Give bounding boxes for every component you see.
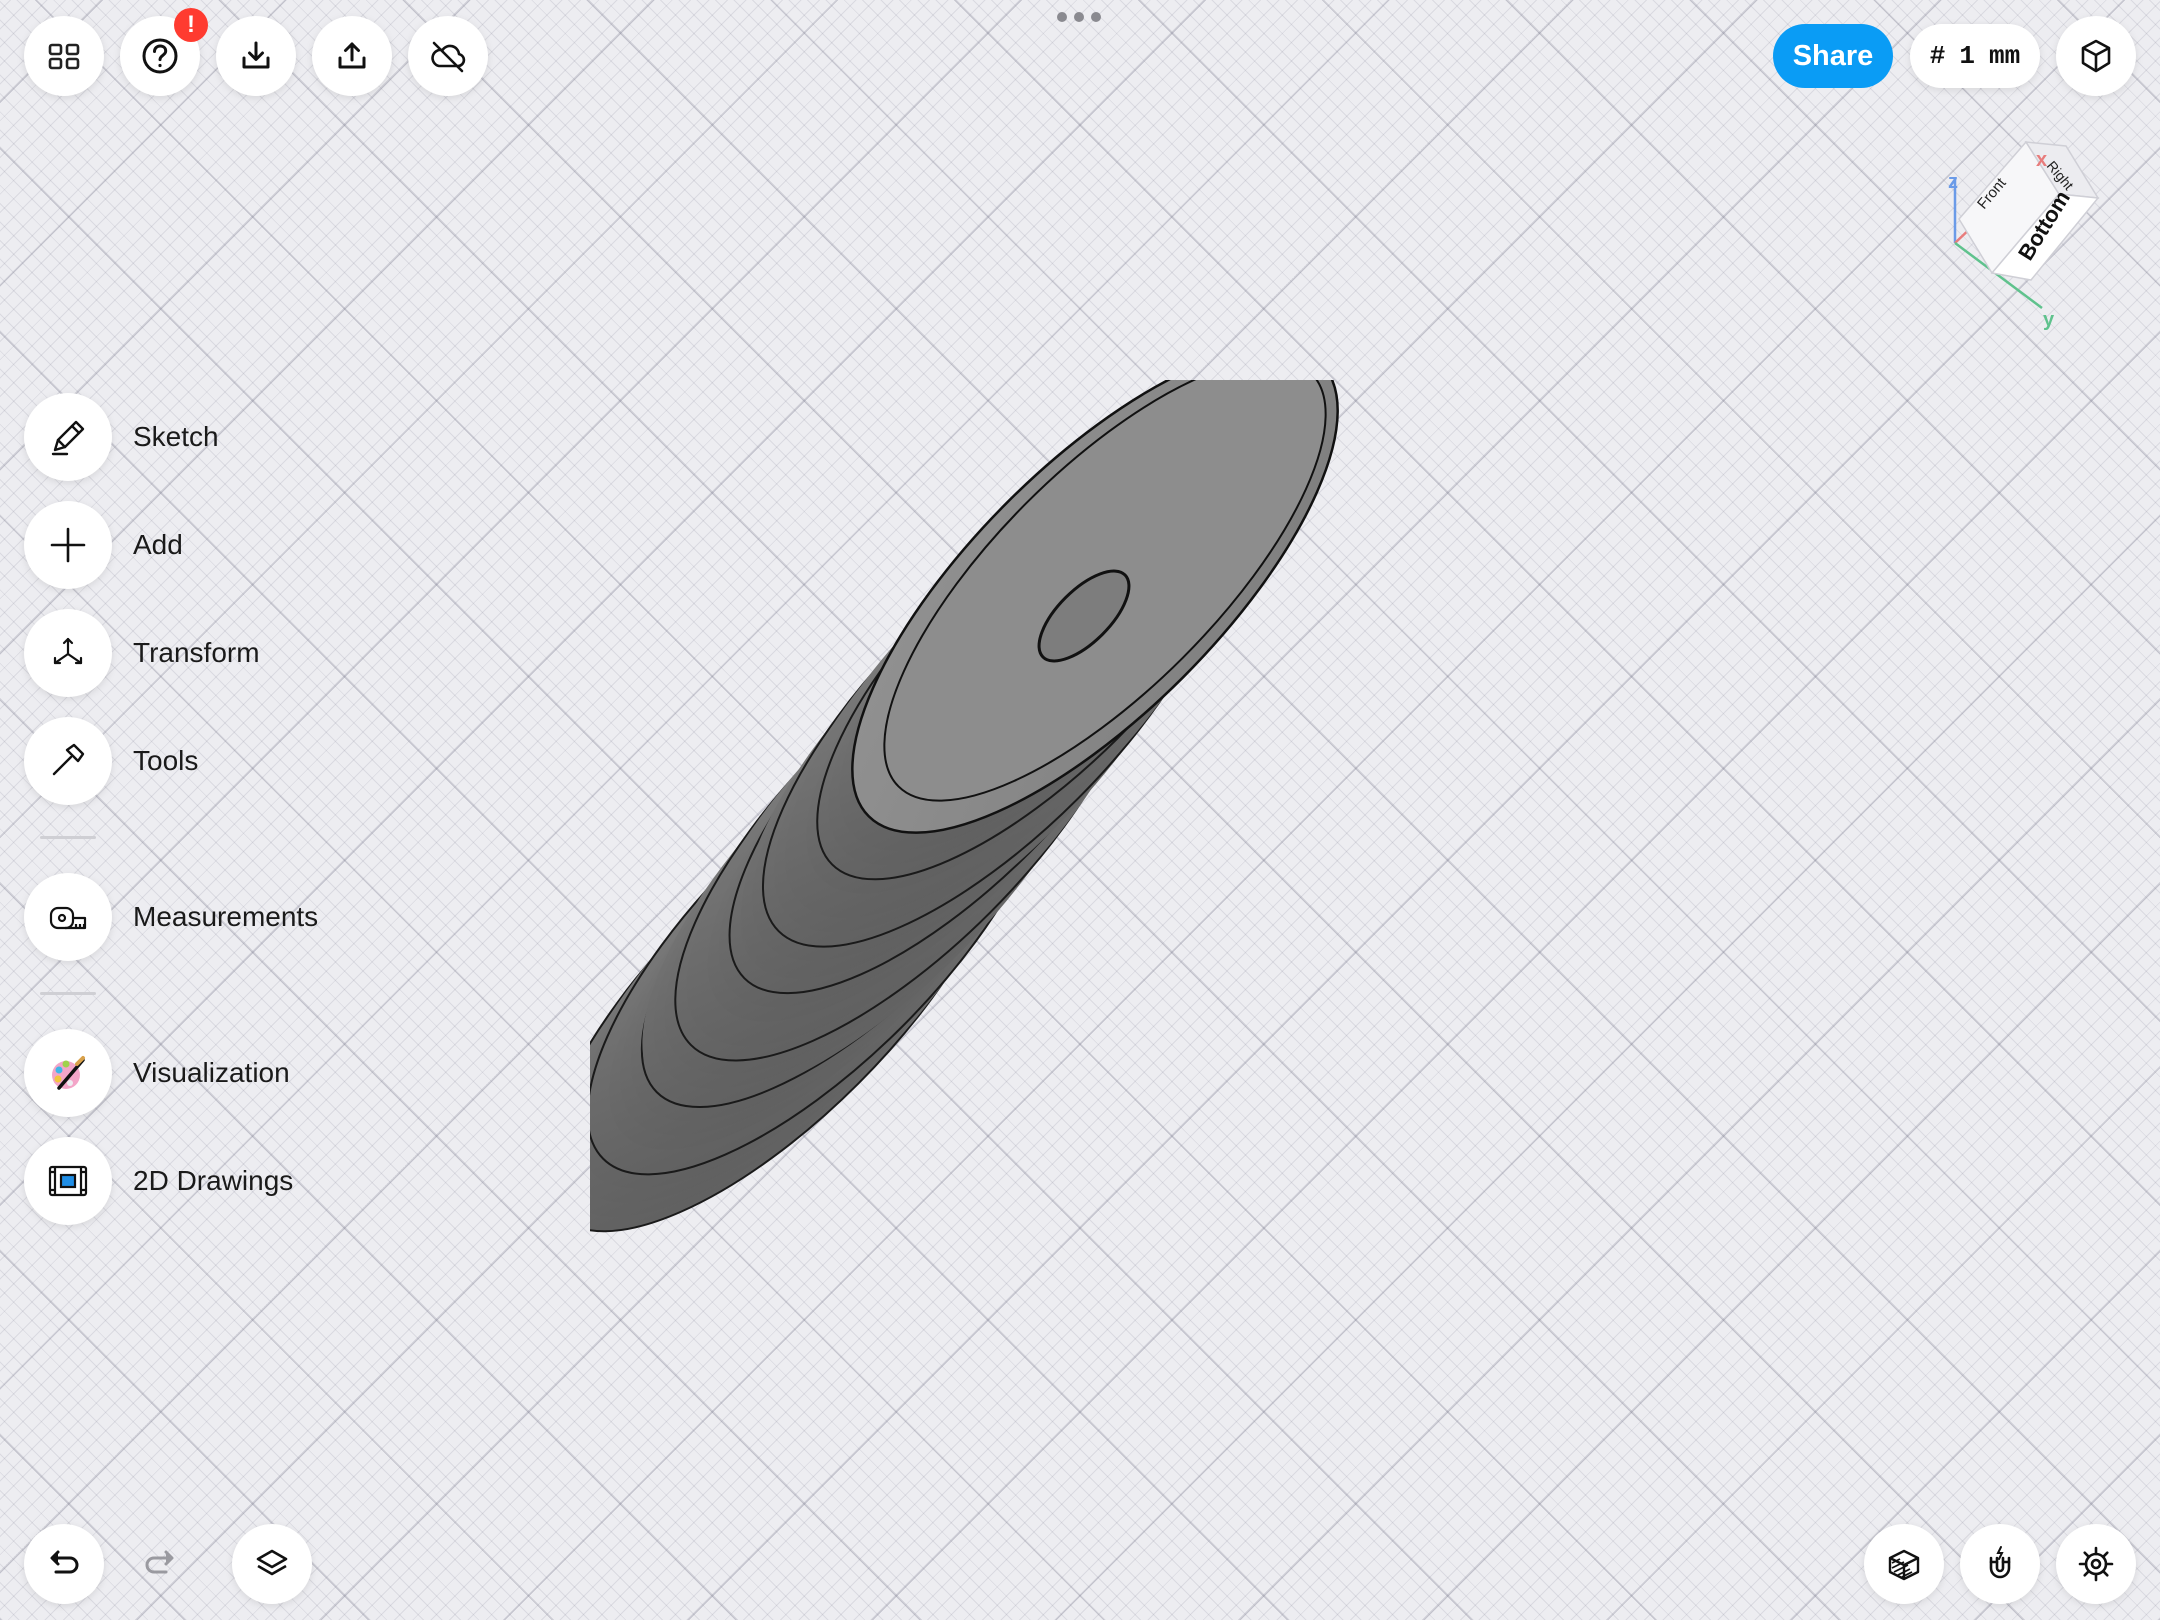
help-icon <box>142 38 178 74</box>
menu-item-2d-drawings[interactable]: 2D Drawings <box>24 1137 293 1225</box>
grid-value: 1 <box>1959 41 1975 71</box>
pencil-icon <box>51 420 85 456</box>
axis-label-z: z <box>1948 171 1958 193</box>
layers-button[interactable] <box>232 1524 312 1604</box>
cloud-sync-button[interactable] <box>408 16 488 96</box>
settings-button[interactable] <box>2056 1524 2136 1604</box>
import-button[interactable] <box>216 16 296 96</box>
import-icon <box>242 41 270 69</box>
undo-icon <box>50 1550 79 1574</box>
cube-view-icon <box>2081 39 2111 73</box>
drawings-button[interactable] <box>24 1137 112 1225</box>
sketch-button[interactable] <box>24 393 112 481</box>
grid-unit: mm <box>1989 41 2021 71</box>
settings-icon <box>2078 1546 2114 1582</box>
blueprint-icon <box>48 1165 88 1197</box>
multitasking-dots[interactable] <box>1057 12 1101 22</box>
undo-button[interactable] <box>24 1524 104 1604</box>
tools-label: Tools <box>133 745 199 776</box>
menu-divider <box>40 992 96 995</box>
menu-divider <box>40 836 96 839</box>
notification-badge: ! <box>174 8 208 42</box>
menu-item-visualization[interactable]: Visualization <box>24 1029 290 1117</box>
snap-button[interactable] <box>1960 1524 2040 1604</box>
share-button[interactable]: Share <box>1773 24 1893 88</box>
transform-label: Transform <box>133 637 260 668</box>
sketch-label: Sketch <box>133 421 219 452</box>
transform-button[interactable] <box>24 609 112 697</box>
measurements-button[interactable] <box>24 873 112 961</box>
menu-item-sketch[interactable]: Sketch <box>24 393 219 481</box>
section-view-icon <box>1888 1549 1920 1581</box>
apps-button[interactable] <box>24 16 104 96</box>
redo-icon <box>145 1550 174 1574</box>
axis-label-y: y <box>2043 309 2055 330</box>
view-mode-button[interactable] <box>2056 16 2136 96</box>
tools-button[interactable] <box>24 717 112 805</box>
layers-icon <box>256 1549 288 1576</box>
section-view-button[interactable] <box>1864 1524 1944 1604</box>
menu-item-transform[interactable]: Transform <box>24 609 260 697</box>
menu-item-add[interactable]: Add <box>24 501 183 589</box>
add-label: Add <box>133 529 183 560</box>
help-button[interactable]: ! <box>120 8 208 96</box>
palette-brush-icon <box>52 1056 85 1090</box>
menu-item-tools[interactable]: Tools <box>24 717 198 805</box>
transform-arrows-icon <box>53 637 83 665</box>
view-cube[interactable]: Front Right Bottom z x y <box>1938 130 2118 331</box>
measurements-label: Measurements <box>133 901 319 932</box>
axis-label-x: x <box>2036 149 2047 171</box>
tape-measure-icon <box>49 906 87 930</box>
drawings-label: 2D Drawings <box>133 1165 294 1196</box>
menu-item-measurements[interactable]: Measurements <box>24 873 318 961</box>
cloud-off-icon <box>431 41 466 73</box>
hammer-icon <box>52 743 85 776</box>
plus-icon <box>50 527 86 563</box>
visualization-label: Visualization <box>133 1057 290 1088</box>
snap-magnet-icon <box>1989 1546 2011 1579</box>
threaded-cylinder-model[interactable] <box>542 346 1520 1300</box>
visualization-button[interactable] <box>24 1029 112 1117</box>
export-icon <box>338 42 366 69</box>
export-button[interactable] <box>312 16 392 96</box>
redo-button[interactable] <box>120 1524 200 1604</box>
grid-symbol: # <box>1929 41 1946 71</box>
grid-icon <box>48 43 80 70</box>
add-button[interactable] <box>24 501 112 589</box>
grid-size-button[interactable]: # 1 mm <box>1910 24 2040 88</box>
